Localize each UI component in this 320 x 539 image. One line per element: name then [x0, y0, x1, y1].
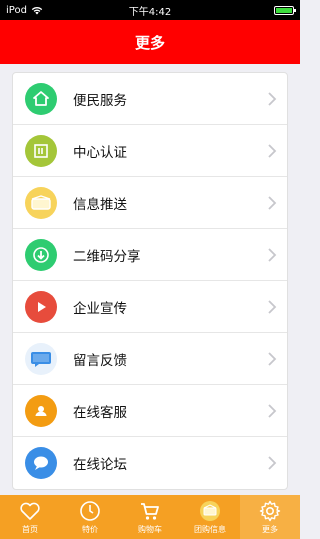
chevron-right-icon: [268, 403, 277, 418]
battery-icon: [274, 5, 296, 15]
certificate-icon: [25, 134, 57, 167]
message-icon: [25, 342, 57, 375]
menu-item-feedback[interactable]: 留言反馈: [13, 333, 287, 385]
play-icon: [25, 290, 57, 323]
menu-item-online-forum[interactable]: 在线论坛: [13, 437, 287, 489]
tab-more[interactable]: 更多: [240, 495, 300, 539]
menu-item-label: 企业宣传: [73, 300, 127, 317]
menu-item-enterprise-promo[interactable]: 企业宣传: [13, 281, 287, 333]
menu-item-label: 信息推送: [73, 196, 127, 213]
tab-label: 首页: [22, 525, 38, 534]
gear-icon: [259, 500, 281, 522]
chevron-right-icon: [268, 91, 277, 106]
menu-item-label: 中心认证: [73, 144, 127, 161]
chevron-right-icon: [268, 143, 277, 158]
tab-cart[interactable]: 购物车: [120, 495, 180, 539]
menu-item-label: 留言反馈: [73, 352, 127, 369]
carrier-label: iPod: [6, 4, 27, 16]
tab-label: 团购信息: [194, 525, 226, 534]
heart-icon: [20, 502, 40, 520]
chevron-right-icon: [268, 456, 277, 470]
tab-label: 购物车: [138, 525, 162, 534]
chevron-right-icon: [268, 247, 277, 262]
tab-special-price[interactable]: 特价: [60, 495, 120, 539]
menu-item-qrcode-share[interactable]: 二维码分享: [13, 229, 287, 281]
cart-icon: [141, 503, 159, 520]
menu-item-label: 在线论坛: [73, 457, 127, 473]
wifi-icon: [31, 6, 43, 14]
envelope-icon: [200, 501, 220, 521]
menu-item-center-certification[interactable]: 中心认证: [13, 125, 287, 177]
menu-item-label: 便民服务: [73, 92, 127, 109]
chevron-right-icon: [268, 299, 277, 314]
clock-icon: [80, 501, 100, 521]
nav-bar: 更多: [0, 20, 300, 64]
tab-bar: 首页 特价 购物车 团购信息 更多: [0, 495, 300, 539]
menu-item-label: 二维码分享: [73, 248, 141, 265]
menu-item-label: 在线客服: [73, 404, 127, 421]
page-title: 更多: [134, 33, 165, 52]
status-time: 下午4:42: [128, 6, 172, 18]
status-left: iPod: [6, 5, 43, 16]
status-bar: iPod 下午4:42: [0, 0, 300, 20]
tab-home[interactable]: 首页: [0, 495, 60, 539]
download-icon: [25, 238, 57, 271]
chevron-right-icon: [268, 351, 277, 366]
menu-item-online-service[interactable]: 在线客服: [13, 385, 287, 437]
menu-list: 便民服务 中心认证 信息推送 二维码分享 企业宣传 留言反馈 在线客服 在线论坛: [12, 72, 288, 490]
tab-label: 特价: [82, 525, 98, 534]
house-icon: [25, 82, 57, 115]
user-icon: [25, 394, 57, 427]
envelope-icon: [25, 186, 57, 219]
chat-bubble-icon: [25, 447, 57, 479]
tab-group-buy[interactable]: 团购信息: [180, 495, 240, 539]
menu-item-convenience-service[interactable]: 便民服务: [13, 73, 287, 125]
tab-label: 更多: [262, 525, 278, 534]
menu-item-info-push[interactable]: 信息推送: [13, 177, 287, 229]
chevron-right-icon: [268, 195, 277, 210]
